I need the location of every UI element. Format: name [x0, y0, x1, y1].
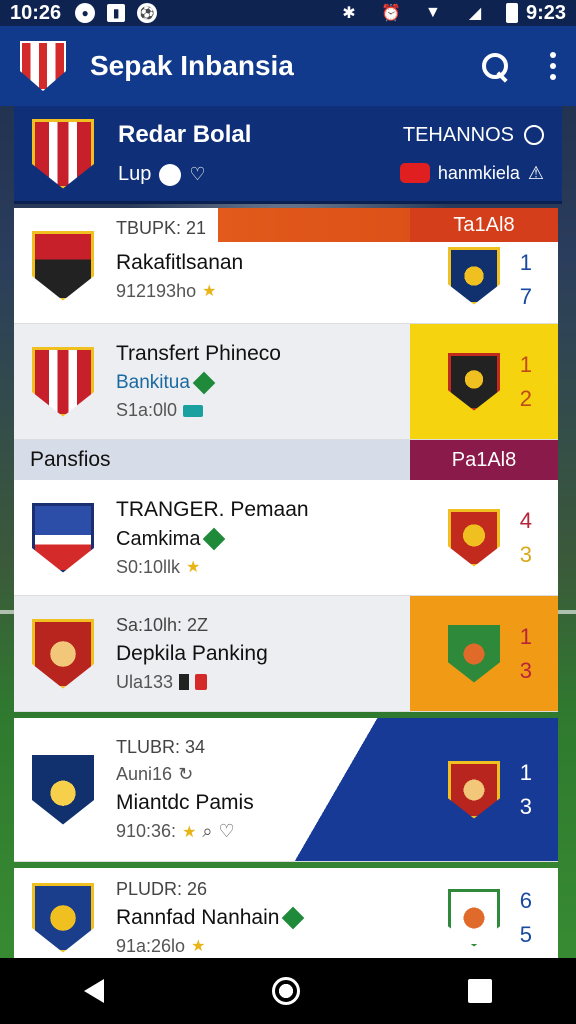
wifi-icon: ▼: [425, 4, 441, 21]
notification-icon: ●: [75, 3, 96, 23]
score-away: 3: [519, 657, 532, 683]
section-badge: Pa1Al8: [410, 440, 558, 480]
section-title: Pansfios: [30, 448, 111, 471]
row-subtitle: Camkima: [116, 527, 201, 550]
score-home: 1: [519, 759, 532, 785]
team-crest: [32, 230, 94, 301]
team-crest: [32, 346, 94, 417]
score-home: 1: [519, 249, 532, 275]
row-title: Transfert Phineco: [116, 342, 281, 365]
opponent-crest: [448, 888, 500, 947]
list-item[interactable]: TRANGER. Pemaan Camkima S0:10llk ★ 4 3: [14, 480, 558, 596]
notification-icon: ▮: [107, 4, 126, 22]
row-code: TLUBR: 34: [116, 737, 206, 757]
opponent-crest: [448, 508, 500, 567]
recents-icon[interactable]: [468, 979, 492, 1003]
team-crest: [32, 618, 94, 689]
search-icon[interactable]: [480, 51, 510, 81]
status-clock: 9:23: [525, 1, 566, 24]
app-logo: [20, 41, 66, 91]
featured-right-label: TEHANNOS: [402, 123, 514, 146]
list-item[interactable]: Sa:10lh: 2Z Depkila Panking Ula133 1 3: [14, 596, 558, 712]
search-icon[interactable]: ⌕: [202, 821, 212, 842]
home-icon[interactable]: [272, 977, 300, 1005]
team-crest: [32, 754, 94, 825]
row-code: PLUDR: 26: [116, 878, 208, 899]
row-title: TRANGER. Pemaan: [116, 497, 309, 521]
featured-match-card[interactable]: Redar Bolal Lup ♡ TEHANNOS hanmkiela ⚠: [14, 106, 562, 204]
star-icon: ★: [186, 559, 201, 576]
team-crest: [32, 502, 94, 573]
heart-icon[interactable]: ♡: [219, 821, 235, 842]
row-meta: Ula133: [116, 671, 174, 692]
star-icon: ★: [202, 283, 217, 300]
section-header: Pansfios Pa1Al8: [14, 440, 558, 480]
team-crest: [32, 118, 94, 189]
row-meta: 91a:26lo: [116, 935, 186, 956]
back-icon[interactable]: [84, 979, 104, 1003]
opponent-crest: [448, 760, 500, 819]
score-away: 3: [519, 793, 532, 819]
clock-icon: [524, 125, 544, 145]
row-title: Rannfad Nanhain: [116, 905, 280, 929]
tag-icon: [203, 527, 226, 551]
tv-icon: [183, 404, 204, 417]
score-home: 1: [519, 351, 532, 377]
share-icon[interactable]: ⚠: [528, 163, 544, 184]
score-home: 6: [519, 887, 532, 913]
score-away: 3: [519, 541, 532, 567]
row-title: Depkila Panking: [116, 641, 268, 665]
match-list: Ta1Al8 TBUPK: 21 Rakafitlsanan 912193ho …: [14, 208, 558, 968]
tag-icon: [179, 674, 190, 690]
tag-icon: [195, 674, 208, 690]
battery-icon: [505, 3, 518, 23]
video-icon[interactable]: [399, 163, 430, 183]
score-away: 5: [519, 921, 532, 947]
score-away: 2: [519, 385, 532, 411]
list-item[interactable]: Ta1Al8 TBUPK: 21 Rakafitlsanan 912193ho …: [14, 208, 558, 324]
star-icon: ★: [182, 823, 197, 841]
score-home: 4: [519, 507, 532, 533]
list-item[interactable]: Transfert Phineco Bankitua S1a:0l0 1 2: [14, 324, 558, 440]
team-crest: [32, 882, 94, 953]
bluetooth-icon: ✱: [342, 5, 356, 22]
row-code: Sa:10lh: 2Z: [116, 614, 209, 635]
system-nav-bar: [0, 958, 576, 1024]
app-title: Sepak Inbansia: [90, 50, 294, 81]
tag-icon: [192, 371, 216, 395]
score-away: 7: [519, 283, 532, 309]
list-item[interactable]: PLUDR: 26 Rannfad Nanhain 91a:26lo ★ 6 5: [14, 868, 558, 968]
featured-right-sub: hanmkiela: [437, 162, 520, 183]
featured-team-name: Redar Bolal: [118, 121, 252, 148]
list-item[interactable]: TLUBR: 34 Auni16 ↻ Miantdc Pamis 910:36:…: [14, 718, 558, 862]
star-icon: ★: [191, 938, 206, 955]
alarm-icon: ⏰: [381, 5, 401, 22]
tag-icon: [282, 906, 305, 929]
more-options-icon[interactable]: [550, 52, 556, 80]
heart-icon[interactable]: ♡: [189, 164, 205, 185]
opponent-crest: [448, 246, 500, 305]
row-subtitle: Bankitua: [116, 372, 190, 393]
row-meta: S0:10llk: [116, 556, 181, 577]
notification-icon: ⚽: [137, 3, 158, 23]
status-bar: 10:26 ● ▮ ⚽ ✱ ⏰ ▼ ◢ 9:23: [0, 0, 576, 26]
refresh-icon: ↻: [178, 764, 194, 784]
row-meta: 912193ho: [116, 280, 197, 301]
ball-icon: [159, 163, 182, 186]
row-subtitle: Auni16: [116, 764, 173, 784]
status-time: 10:26: [10, 1, 62, 24]
row-title: Miantdc Pamis: [116, 791, 254, 814]
signal-icon: ◢: [468, 5, 482, 22]
banner-label: Ta1Al8: [410, 208, 558, 242]
app-bar: Sepak Inbansia: [0, 26, 576, 106]
featured-sub-label: Lup: [118, 163, 152, 185]
row-meta: S1a:0l0: [116, 400, 178, 420]
row-meta: 910:36:: [116, 821, 177, 841]
score-home: 1: [519, 623, 532, 649]
row-title: Rakafitlsanan: [116, 250, 244, 274]
